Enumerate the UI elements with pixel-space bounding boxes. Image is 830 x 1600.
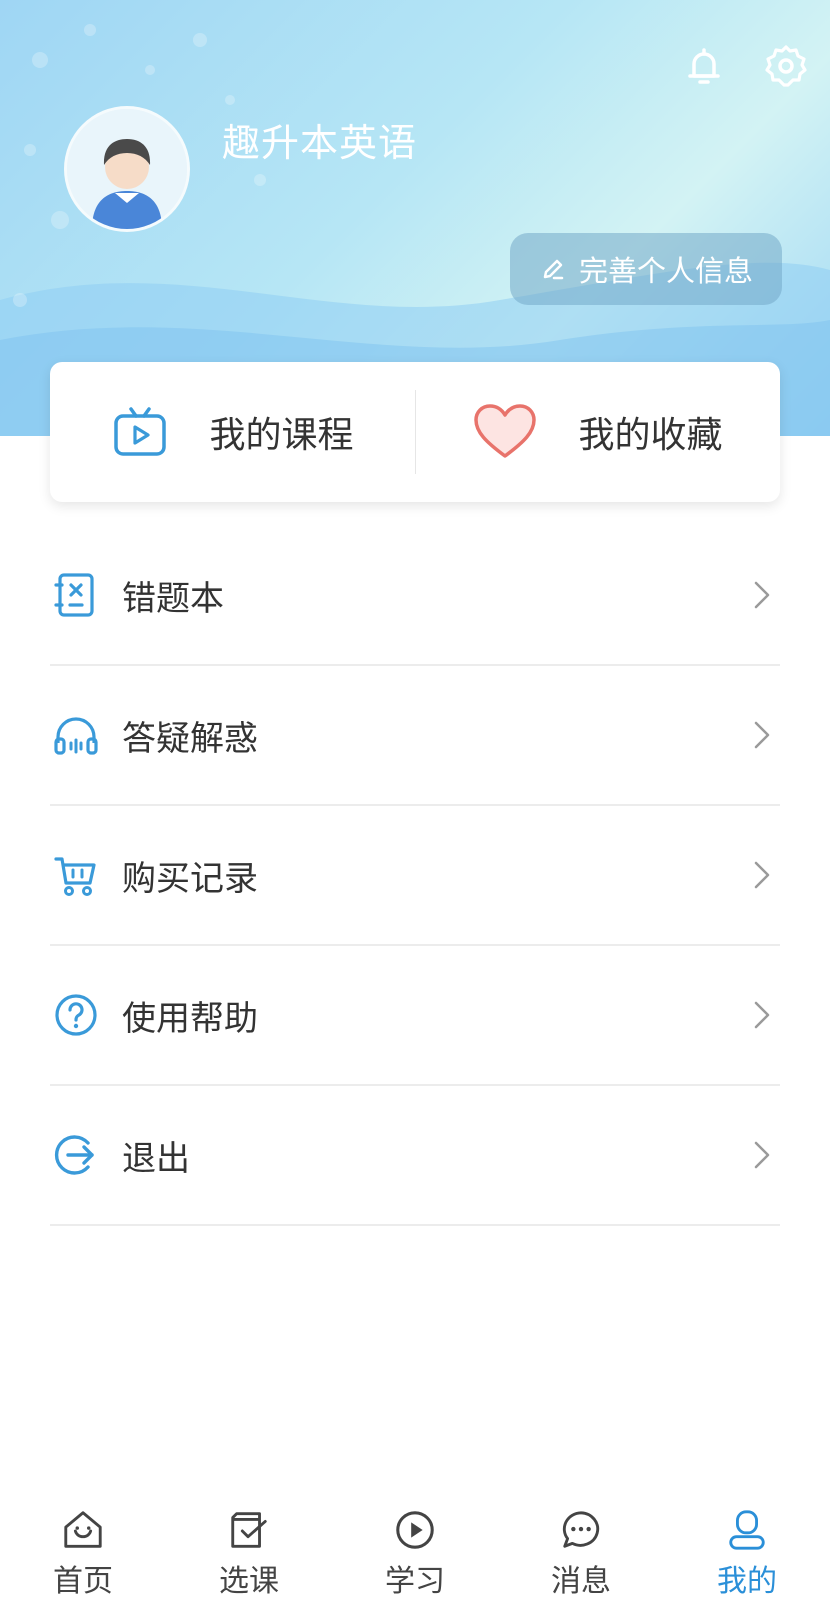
menu-label: 使用帮助 — [122, 998, 258, 1039]
menu-item-logout[interactable]: 退出 — [50, 1086, 780, 1226]
play-circle-icon — [396, 1511, 434, 1549]
tab-label: 学习 — [385, 1564, 445, 1599]
menu-item-qa[interactable]: 答疑解惑 — [50, 666, 780, 806]
settings-menu: 错题本 答疑解惑 购买记录 使用帮助 退出 — [50, 526, 780, 1226]
logout-icon — [54, 1135, 94, 1175]
username: 趣升本英语 — [222, 121, 418, 165]
bottom-tab-bar: 首页 选课 学习 消息 我的 — [0, 1488, 830, 1600]
tab-profile[interactable]: 我的 — [664, 1488, 830, 1600]
gear-icon[interactable] — [762, 42, 810, 90]
tab-label: 消息 — [551, 1564, 611, 1599]
tab-study[interactable]: 学习 — [332, 1488, 498, 1600]
pencil-icon — [543, 259, 564, 280]
user-icon — [729, 1510, 765, 1550]
chevron-right-icon — [754, 861, 770, 889]
tab-label: 我的 — [717, 1564, 777, 1599]
my-courses-label: 我的课程 — [209, 415, 354, 456]
tv-play-icon — [114, 407, 167, 456]
chevron-right-icon — [754, 1141, 770, 1169]
tab-course-select[interactable]: 选课 — [166, 1488, 332, 1600]
tab-label: 选课 — [219, 1564, 279, 1599]
menu-label: 购买记录 — [122, 858, 258, 899]
menu-item-wrong-notebook[interactable]: 错题本 — [50, 526, 780, 666]
course-select-icon — [231, 1512, 267, 1548]
home-icon — [64, 1511, 102, 1548]
avatar[interactable] — [64, 106, 190, 232]
bell-icon[interactable] — [680, 42, 728, 90]
my-favorites-button[interactable]: 我的收藏 — [415, 362, 780, 502]
menu-item-help[interactable]: 使用帮助 — [50, 946, 780, 1086]
tab-label: 首页 — [53, 1564, 113, 1599]
menu-label: 错题本 — [122, 578, 224, 619]
quick-actions-card: 我的课程 我的收藏 — [50, 362, 780, 502]
edit-profile-label: 完善个人信息 — [578, 254, 753, 288]
edit-profile-button[interactable]: 完善个人信息 — [510, 233, 782, 305]
my-favorites-label: 我的收藏 — [578, 415, 723, 456]
menu-item-purchase-history[interactable]: 购买记录 — [50, 806, 780, 946]
chevron-right-icon — [754, 721, 770, 749]
question-circle-icon — [55, 994, 97, 1036]
tab-home[interactable]: 首页 — [0, 1488, 166, 1600]
avatar-image — [67, 109, 187, 229]
chat-icon — [562, 1511, 600, 1548]
my-courses-button[interactable]: 我的课程 — [50, 362, 415, 502]
heart-icon — [474, 404, 537, 458]
headphones-icon — [54, 717, 98, 755]
wrong-notebook-icon — [54, 573, 94, 617]
chevron-right-icon — [754, 1001, 770, 1029]
cart-icon — [54, 857, 96, 896]
tab-messages[interactable]: 消息 — [498, 1488, 664, 1600]
menu-label: 退出 — [122, 1138, 190, 1179]
menu-label: 答疑解惑 — [122, 718, 258, 759]
chevron-right-icon — [754, 581, 770, 609]
